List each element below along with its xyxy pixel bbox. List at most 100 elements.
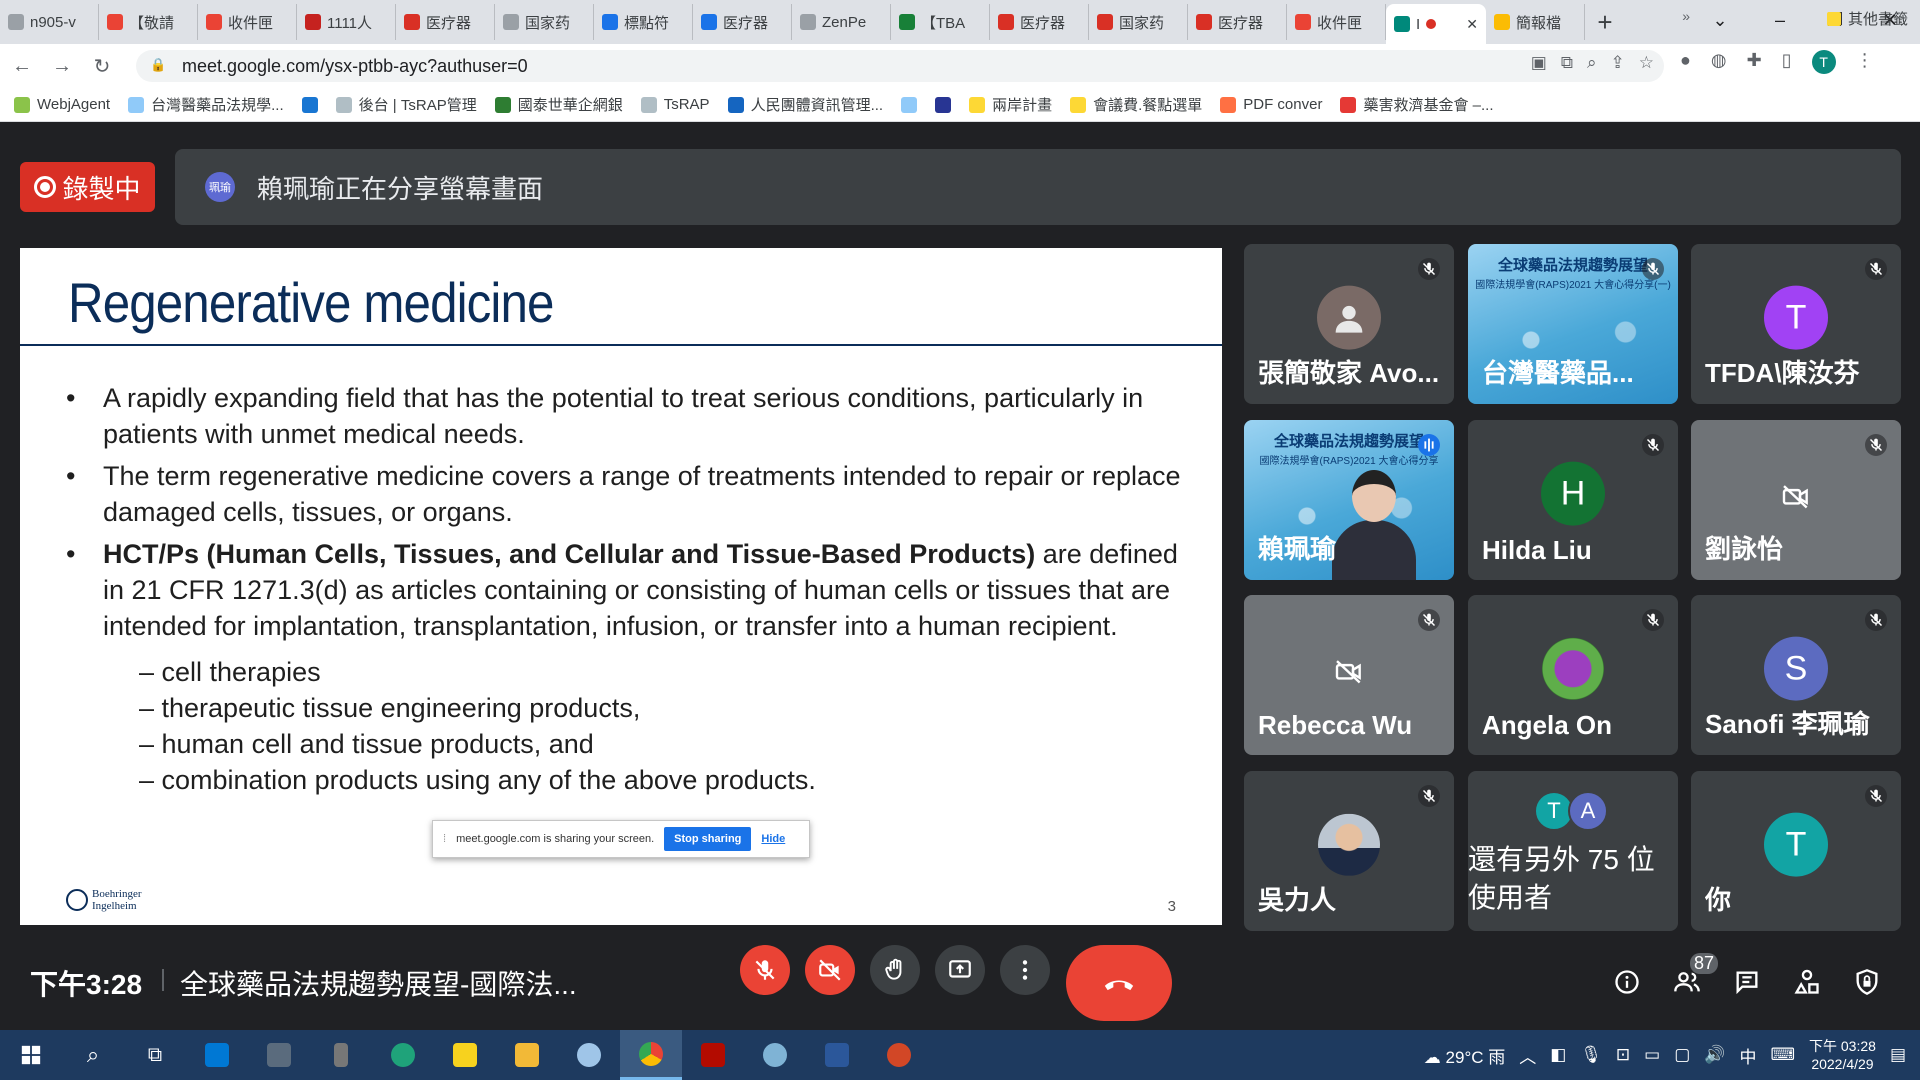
system-clock[interactable]: 下午 03:28 2022/4/29 [1809, 1037, 1876, 1073]
zoom-icon[interactable]: ⌕ [1587, 53, 1597, 73]
present-now-button[interactable] [935, 945, 985, 995]
host-controls-button[interactable] [1850, 965, 1884, 999]
bookmark-item[interactable]: 後台 | TsRAP管理 [335, 94, 477, 115]
weather-widget[interactable]: ☁ 29°C 雨 [1424, 1043, 1505, 1068]
bookmark-item[interactable]: 兩岸計畫 [969, 94, 1052, 115]
browser-tab[interactable]: 医疗器 [396, 4, 495, 40]
bookmark-item[interactable]: 藥害救濟基金會 –... [1340, 94, 1493, 115]
ime-indicator[interactable]: 中 [1739, 1043, 1756, 1068]
bookmarks-overflow[interactable]: » [1682, 8, 1690, 24]
new-tab-button[interactable]: + [1585, 4, 1625, 40]
network-icon[interactable]: ⊡ [1616, 1045, 1630, 1065]
taskbar-app-edge[interactable] [372, 1030, 434, 1080]
participant-tile[interactable]: 劉詠怡 [1691, 420, 1901, 580]
participant-tile[interactable]: 吳力人 [1244, 771, 1454, 931]
bookmark-item[interactable] [301, 96, 318, 113]
participant-tile[interactable]: Rebecca Wu [1244, 595, 1454, 755]
more-options-button[interactable] [1000, 945, 1050, 995]
start-button[interactable] [0, 1030, 62, 1080]
bookmark-item[interactable]: 台灣醫藥品法規學... [128, 94, 284, 115]
browser-tab[interactable]: ZenPe [792, 4, 891, 40]
address-bar[interactable]: 🔒 meet.google.com/ysx-ptbb-ayc?authuser=… [136, 50, 1664, 82]
browser-tab[interactable]: 收件匣 [198, 4, 297, 40]
display-icon[interactable]: ▢ [1674, 1045, 1690, 1065]
forward-button[interactable]: → [44, 48, 80, 84]
raise-hand-button[interactable] [870, 945, 920, 995]
browser-tab[interactable]: n905-v [0, 4, 99, 40]
extension-icon[interactable]: ● [1680, 50, 1691, 74]
volume-icon[interactable]: 🔊 [1704, 1045, 1725, 1065]
browser-tab[interactable]: I ✕ [1386, 4, 1486, 44]
hide-popup-link[interactable]: Hide [761, 833, 785, 845]
profile-avatar[interactable]: T [1811, 50, 1836, 74]
activities-button[interactable] [1790, 965, 1824, 999]
tab-search-icon[interactable]: ⌄ [1690, 0, 1750, 40]
taskbar-app-notes[interactable] [434, 1030, 496, 1080]
tray-icon[interactable]: ◧ [1550, 1045, 1566, 1065]
bookmark-item[interactable]: PDF conver [1220, 96, 1322, 113]
browser-tab[interactable]: 医疗器 [1188, 4, 1287, 40]
mic-off-button[interactable] [740, 945, 790, 995]
browser-tab[interactable]: 【敬請 [99, 4, 198, 40]
browser-tab[interactable]: 1111人 [297, 4, 396, 40]
tray-chevron-icon[interactable]: ︿ [1519, 1043, 1536, 1068]
taskbar-app-weather[interactable] [744, 1030, 806, 1080]
participant-tile[interactable]: S Sanofi 李珮瑜 [1691, 595, 1901, 755]
stop-sharing-button[interactable]: Stop sharing [664, 827, 752, 851]
participant-tile[interactable]: T你 [1691, 771, 1901, 931]
bookmark-item[interactable] [935, 96, 952, 113]
meeting-details-button[interactable] [1610, 965, 1644, 999]
taskbar-app-explorer[interactable] [496, 1030, 558, 1080]
participant-tile[interactable]: 張簡敬家 Avo... [1244, 244, 1454, 404]
taskbar-app-store[interactable] [186, 1030, 248, 1080]
bookmark-item[interactable]: WebjAgent [14, 96, 110, 113]
taskbar-app-word[interactable] [806, 1030, 868, 1080]
taskbar-app-recorder[interactable] [310, 1030, 372, 1080]
browser-tab[interactable]: 医疗器 [693, 4, 792, 40]
microphone-icon[interactable]: 🎙 [1580, 1045, 1602, 1065]
browser-tab[interactable]: 【TBA [891, 4, 990, 40]
taskbar-app-powerpoint[interactable] [868, 1030, 930, 1080]
ime-mode-icon[interactable]: ⌨ [1770, 1045, 1795, 1065]
taskbar-app-calculator[interactable] [248, 1030, 310, 1080]
browser-tab[interactable]: 標點符 [594, 4, 693, 40]
browser-tab[interactable]: 簡報檔 [1486, 4, 1585, 40]
bookmark-item[interactable]: 人民團體資訊管理... [727, 94, 883, 115]
bookmark-item[interactable] [901, 96, 918, 113]
bookmark-item[interactable]: TsRAP [640, 96, 710, 113]
browser-tab[interactable]: 收件匣 [1287, 4, 1386, 40]
bookmark-item[interactable]: 會議費.餐點選單 [1070, 94, 1202, 115]
participant-tile[interactable]: T TFDA\陳汝芬 [1691, 244, 1901, 404]
menu-icon[interactable]: ⋮ [1856, 50, 1874, 74]
participant-tile[interactable]: 全球藥品法規趨勢展望 國際法規學會(RAPS)2021 大會心得分享(一) 台灣醫藥… [1468, 244, 1678, 404]
close-tab-icon[interactable]: ✕ [1466, 16, 1478, 33]
extension-icon[interactable]: ◍ [1711, 50, 1727, 74]
puzzle-icon[interactable]: ✚ [1747, 50, 1762, 74]
back-button[interactable]: ← [4, 48, 40, 84]
bookmark-item[interactable]: 國泰世華企網銀 [494, 94, 623, 115]
taskbar-app-paint[interactable] [558, 1030, 620, 1080]
camera-icon[interactable]: ▣ [1531, 53, 1547, 73]
browser-tab[interactable]: 国家药 [1089, 4, 1188, 40]
task-view-button[interactable]: ⧉ [124, 1030, 186, 1080]
battery-icon[interactable]: ▭ [1644, 1045, 1660, 1065]
share-icon[interactable]: ⇪ [1611, 53, 1625, 73]
taskbar-app-acrobat[interactable] [682, 1030, 744, 1080]
drag-handle-icon[interactable]: ⁞ [443, 833, 446, 845]
search-button[interactable]: ⌕ [62, 1030, 124, 1080]
recording-indicator[interactable]: 錄製中 [20, 162, 155, 212]
side-panel-icon[interactable]: ▯ [1782, 50, 1792, 74]
chat-button[interactable] [1730, 965, 1764, 999]
other-bookmarks[interactable]: 其他書籤 [1826, 8, 1908, 29]
participant-tile[interactable]: Angela On [1468, 595, 1678, 755]
browser-tab[interactable]: 国家药 [495, 4, 594, 40]
camera-off-button[interactable] [805, 945, 855, 995]
reload-button[interactable]: ↻ [84, 48, 120, 84]
participant-tile[interactable]: T A 還有另外 75 位使用者 [1468, 771, 1678, 931]
participant-tile[interactable]: H Hilda Liu [1468, 420, 1678, 580]
notification-icon[interactable]: ▤ [1890, 1045, 1906, 1065]
browser-tab[interactable]: 医疗器 [990, 4, 1089, 40]
minimize-button[interactable]: – [1750, 0, 1810, 40]
leave-call-button[interactable] [1066, 945, 1172, 1021]
open-in-icon[interactable]: ⧉ [1561, 53, 1573, 73]
